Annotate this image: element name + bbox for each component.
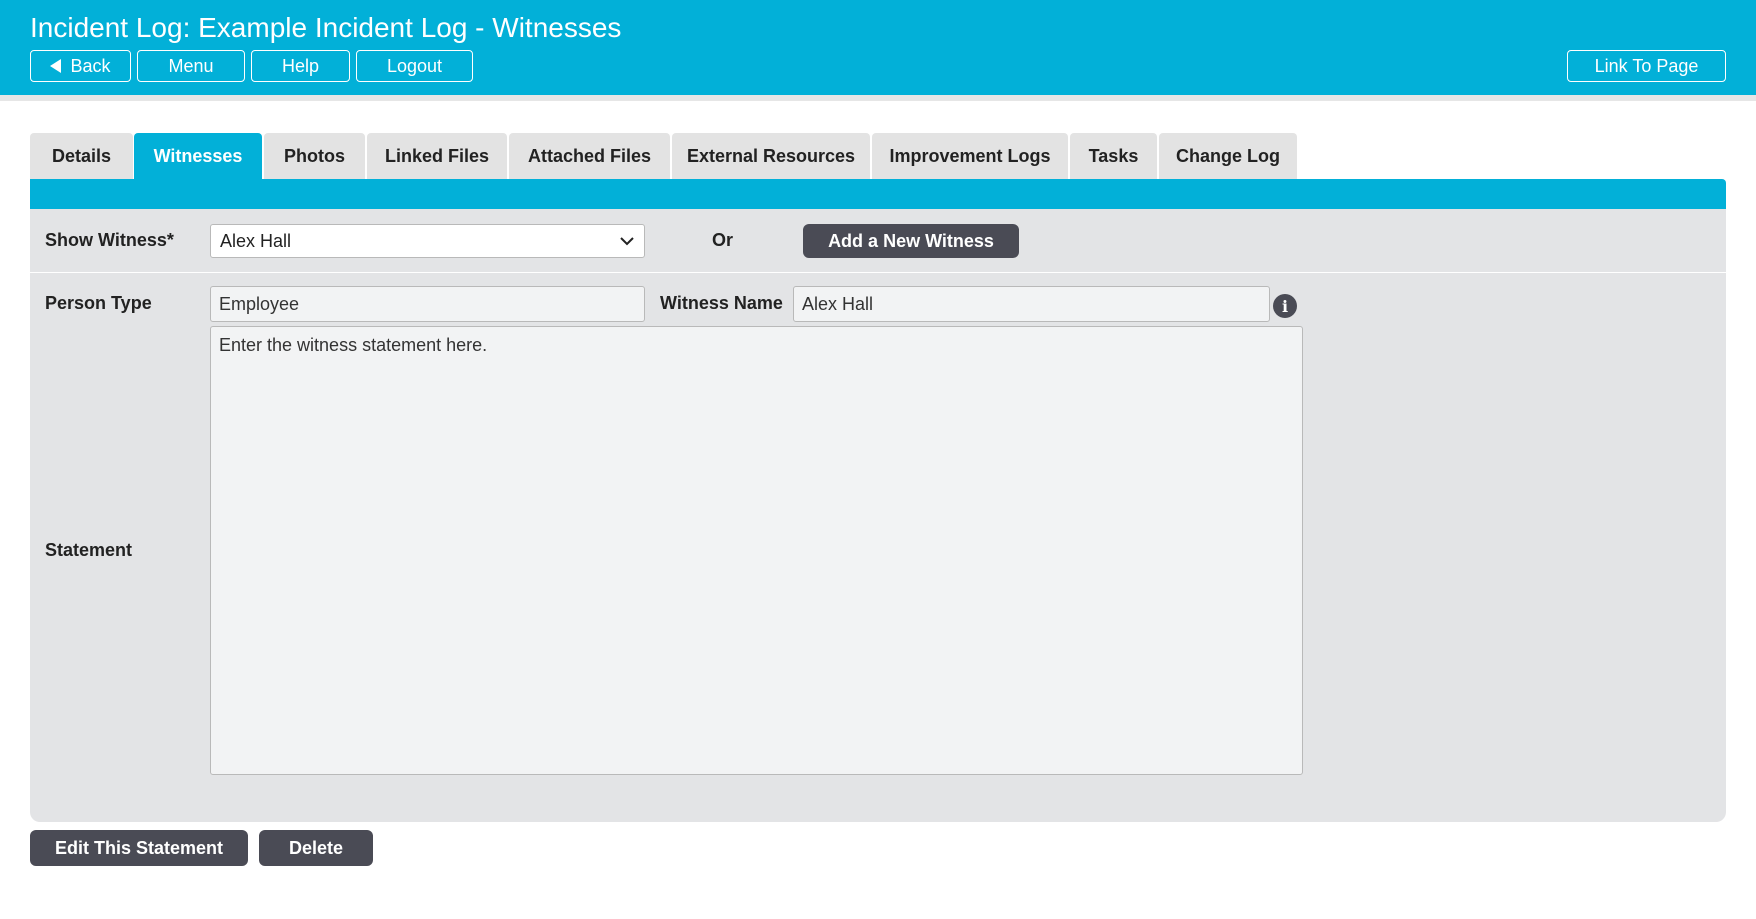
back-button[interactable]: Back [30, 50, 131, 82]
logout-button[interactable]: Logout [356, 50, 473, 82]
help-button[interactable]: Help [251, 50, 350, 82]
link-to-page-button[interactable]: Link To Page [1567, 50, 1726, 82]
person-type-field[interactable]: Employee [210, 286, 645, 322]
chevron-down-icon [620, 237, 634, 246]
witness-name-label: Witness Name [660, 293, 783, 313]
tab-details[interactable]: Details [30, 133, 133, 179]
page-header: Incident Log: Example Incident Log - Wit… [0, 0, 1756, 101]
edit-statement-button[interactable]: Edit This Statement [30, 830, 248, 866]
tab-content-header-bar [30, 179, 1726, 209]
person-type-label: Person Type [45, 293, 152, 313]
statement-label: Statement [45, 540, 133, 560]
tab-tasks[interactable]: Tasks [1070, 133, 1157, 179]
back-arrow-icon [50, 59, 62, 73]
info-icon[interactable]: i [1273, 294, 1297, 318]
tab-improvement-logs[interactable]: Improvement Logs [872, 133, 1068, 179]
add-new-witness-button[interactable]: Add a New Witness [803, 224, 1019, 258]
show-witness-select-value: Alex Hall [220, 230, 292, 251]
or-label: Or [712, 230, 734, 250]
tab-external-resources[interactable]: External Resources [672, 133, 870, 179]
tab-attached-files[interactable]: Attached Files [509, 133, 670, 179]
tab-change-log[interactable]: Change Log [1159, 133, 1297, 179]
panel-divider [30, 272, 1726, 273]
witness-name-field[interactable]: Alex Hall [793, 286, 1270, 322]
tab-photos[interactable]: Photos [264, 133, 365, 179]
show-witness-select[interactable]: Alex Hall [210, 224, 645, 258]
page-title: Incident Log: Example Incident Log - Wit… [30, 12, 622, 43]
menu-button[interactable]: Menu [137, 50, 245, 82]
tab-linked-files[interactable]: Linked Files [367, 133, 507, 179]
delete-button[interactable]: Delete [259, 830, 373, 866]
show-witness-label: Show Witness* [45, 230, 174, 250]
tab-witnesses[interactable]: Witnesses [134, 133, 262, 179]
statement-textarea[interactable]: Enter the witness statement here. [210, 326, 1303, 775]
back-button-label: Back [70, 55, 111, 76]
